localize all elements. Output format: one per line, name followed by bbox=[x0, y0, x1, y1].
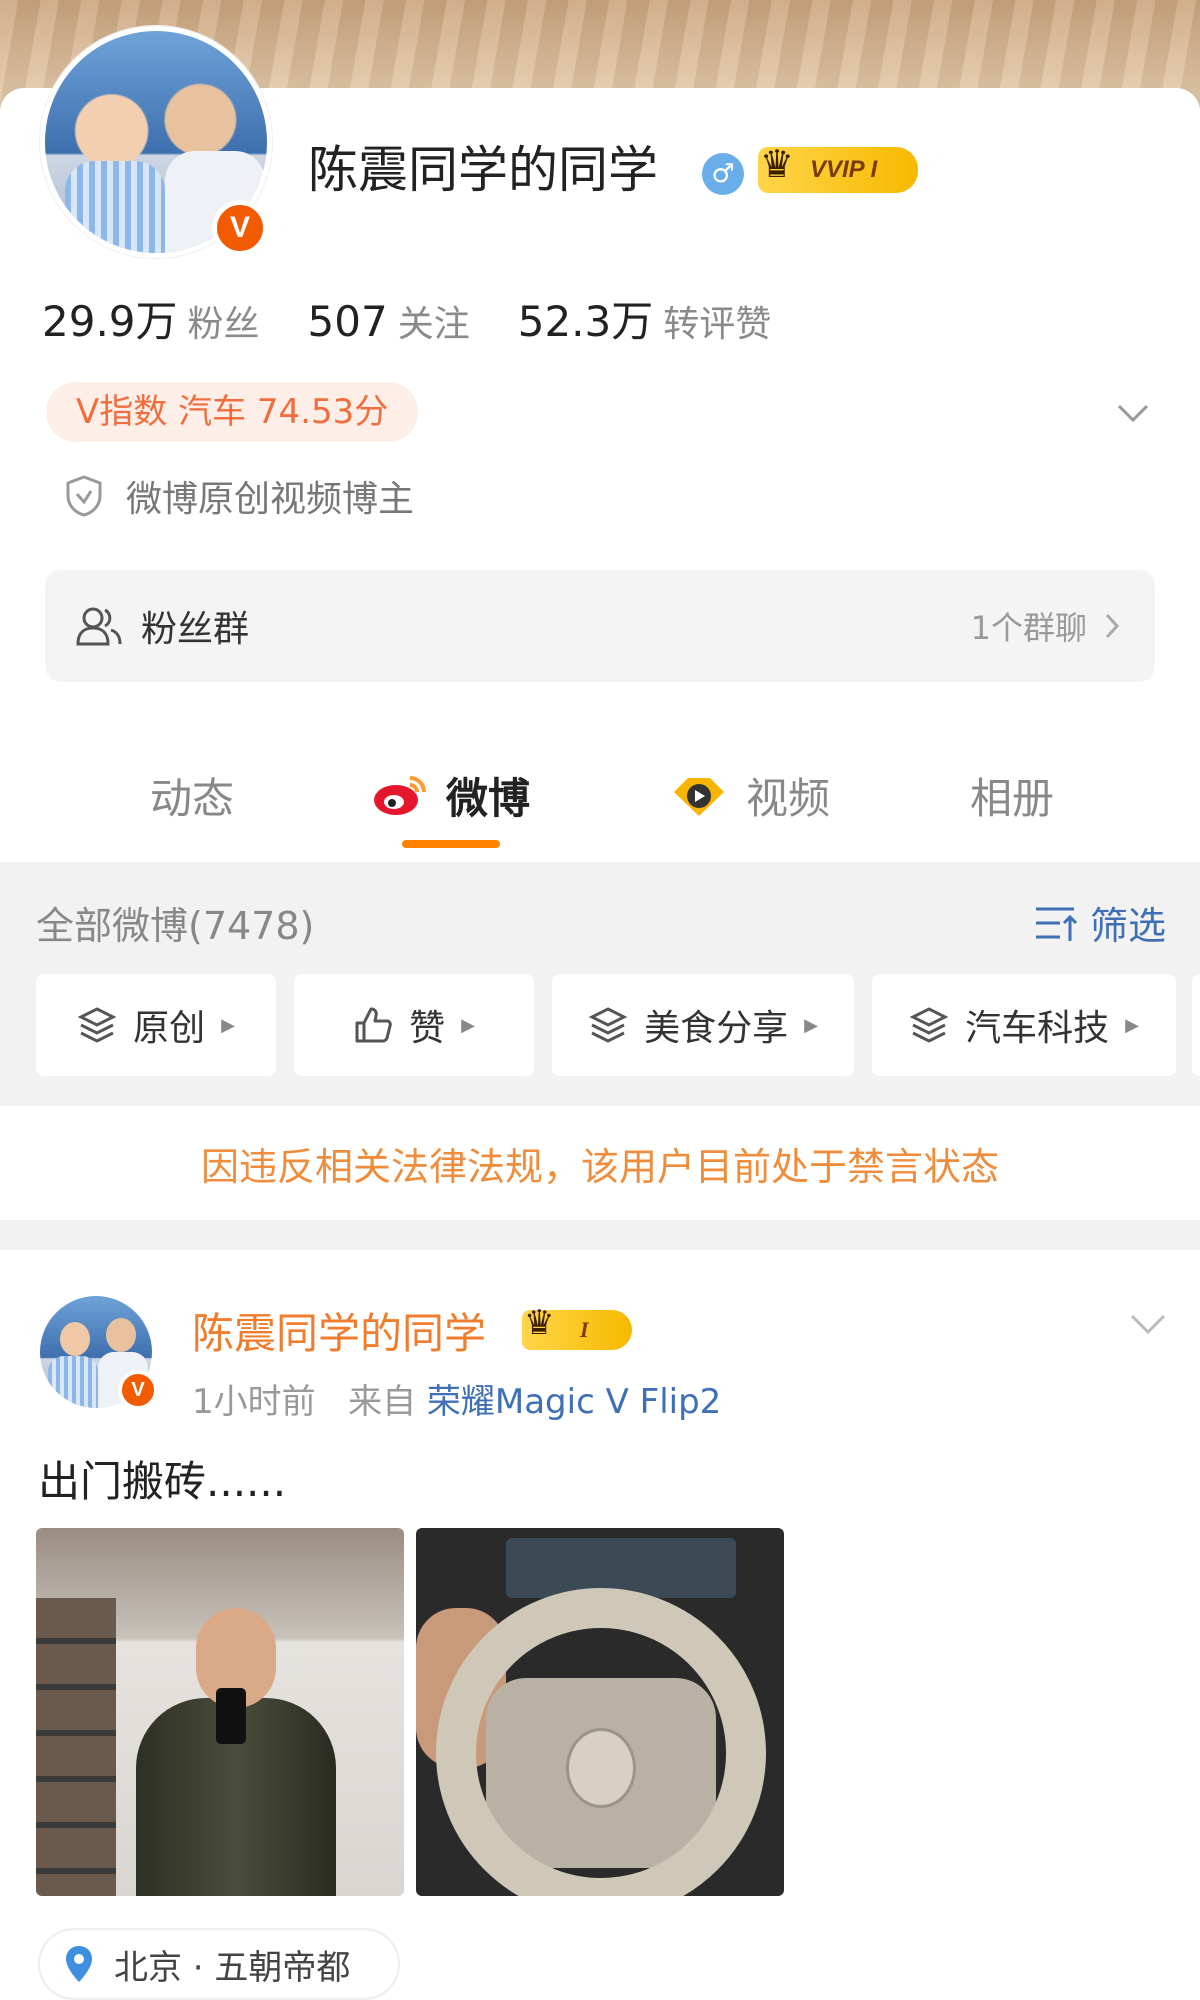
v-index-badge[interactable]: V指数 汽车 74.53分 bbox=[46, 382, 419, 442]
tab-label: 相册 bbox=[970, 773, 1055, 823]
chevron-right-icon bbox=[1105, 613, 1120, 639]
stat-label: 关注 bbox=[397, 304, 470, 345]
section-divider bbox=[0, 1220, 1200, 1250]
filter-icon bbox=[1036, 907, 1078, 941]
stat-label: 转评赞 bbox=[663, 304, 772, 345]
shield-icon bbox=[66, 475, 102, 517]
fan-group-count: 1个群聊 bbox=[971, 603, 1125, 649]
tab-label: 视频 bbox=[746, 773, 831, 823]
tab-label: 微博 bbox=[446, 773, 531, 823]
crown-icon: ♛ bbox=[760, 142, 795, 186]
post-image-1[interactable] bbox=[36, 1528, 404, 1896]
chip-liked[interactable]: 赞 ▶ bbox=[294, 974, 534, 1076]
chip-original[interactable]: 原创 ▶ bbox=[36, 974, 276, 1076]
fan-group-row[interactable]: 粉丝群 1个群聊 bbox=[45, 570, 1155, 682]
chip-label: 美食分享 bbox=[644, 1008, 789, 1049]
video-icon bbox=[674, 778, 724, 816]
chip-food[interactable]: 美食分享 ▶ bbox=[552, 974, 854, 1076]
post-image-2[interactable] bbox=[416, 1528, 784, 1896]
filter-label: 筛选 bbox=[1090, 904, 1167, 948]
stat-value: 52.3万 bbox=[517, 297, 654, 346]
thumbs-up-icon bbox=[355, 1007, 392, 1043]
profile-stats: 29.9万 粉丝 507 关注 52.3万 转评赞 bbox=[42, 288, 819, 349]
avatar-face-left bbox=[60, 1322, 90, 1356]
location-tag[interactable]: 北京 · 五朝帝都 bbox=[38, 1928, 400, 2000]
tab-dynamic[interactable]: 动态 bbox=[150, 760, 234, 830]
post-source-label: 来自 bbox=[348, 1382, 417, 1422]
chip-label: 汽车科技 bbox=[965, 1008, 1110, 1049]
chevron-down-icon[interactable] bbox=[1115, 394, 1151, 430]
post-meta: 1小时前 来自 荣耀Magic V Flip2 bbox=[192, 1374, 721, 1423]
certification-row: 微博原创视频博主 bbox=[64, 470, 414, 522]
stat-value: 29.9万 bbox=[42, 297, 178, 346]
layers-icon bbox=[909, 1007, 949, 1043]
tab-video[interactable]: 视频 bbox=[668, 760, 830, 830]
verified-badge-icon: V bbox=[118, 1370, 158, 1410]
weibo-logo-icon bbox=[374, 776, 426, 815]
layers-icon bbox=[77, 1007, 117, 1043]
chip-auto-tech[interactable]: 汽车科技 ▶ bbox=[872, 974, 1176, 1076]
stat-followers[interactable]: 29.9万 粉丝 bbox=[42, 297, 308, 346]
certification-text: 微博原创视频博主 bbox=[126, 479, 415, 520]
avatar-figure-left bbox=[48, 1356, 98, 1408]
post-device-link[interactable]: 荣耀Magic V Flip2 bbox=[427, 1382, 721, 1422]
caret-right-icon: ▶ bbox=[1125, 1014, 1139, 1036]
group-icon bbox=[76, 607, 122, 646]
post-author-name[interactable]: 陈震同学的同学 bbox=[192, 1300, 486, 1361]
verified-badge-icon: V bbox=[212, 200, 268, 256]
avatar-figure-left bbox=[65, 161, 165, 253]
stat-value: 507 bbox=[307, 297, 388, 346]
layers-icon bbox=[588, 1007, 628, 1043]
caret-right-icon: ▶ bbox=[221, 1014, 235, 1036]
stat-label: 粉丝 bbox=[187, 304, 260, 345]
chip-label: 赞 bbox=[409, 1008, 446, 1049]
caret-right-icon: ▶ bbox=[804, 1014, 818, 1036]
stat-interactions[interactable]: 52.3万 转评赞 bbox=[518, 297, 820, 346]
location-pin-icon bbox=[66, 1946, 92, 1982]
feed-count-label: 全部微博(7478) bbox=[36, 904, 315, 948]
crown-icon: ♛ bbox=[524, 1303, 555, 1343]
stat-following[interactable]: 507 关注 bbox=[308, 297, 518, 346]
male-icon: ♂ bbox=[702, 153, 744, 195]
filter-button[interactable]: 筛选 bbox=[1034, 895, 1166, 950]
fan-group-count-text: 1个群聊 bbox=[970, 609, 1087, 647]
location-text: 北京 · 五朝帝都 bbox=[114, 1947, 351, 1988]
fan-group-label: 粉丝群 bbox=[141, 609, 250, 650]
chip-label: 原创 bbox=[133, 1008, 206, 1049]
image-car-logo bbox=[566, 1728, 636, 1808]
post-time: 1小时前 bbox=[192, 1382, 316, 1422]
profile-tabs: 动态 微博 视频 相册 bbox=[0, 760, 1200, 860]
post-text: 出门搬砖...... bbox=[38, 1457, 287, 1506]
tab-label: 动态 bbox=[150, 773, 235, 823]
profile-name: 陈震同学的同学 bbox=[308, 141, 658, 199]
tab-weibo[interactable]: 微博 bbox=[370, 760, 530, 830]
tab-album[interactable]: 相册 bbox=[970, 760, 1054, 830]
image-phone bbox=[216, 1688, 246, 1744]
post-menu-chevron-icon[interactable] bbox=[1128, 1310, 1168, 1340]
chip-overflow[interactable] bbox=[1192, 974, 1200, 1076]
active-tab-indicator bbox=[402, 840, 500, 848]
ban-notice: 因违反相关法律法规，该用户目前处于禁言状态 bbox=[200, 1144, 999, 1189]
caret-right-icon: ▶ bbox=[461, 1014, 475, 1036]
avatar-face-right bbox=[106, 1318, 136, 1352]
image-shelf bbox=[36, 1598, 116, 1896]
